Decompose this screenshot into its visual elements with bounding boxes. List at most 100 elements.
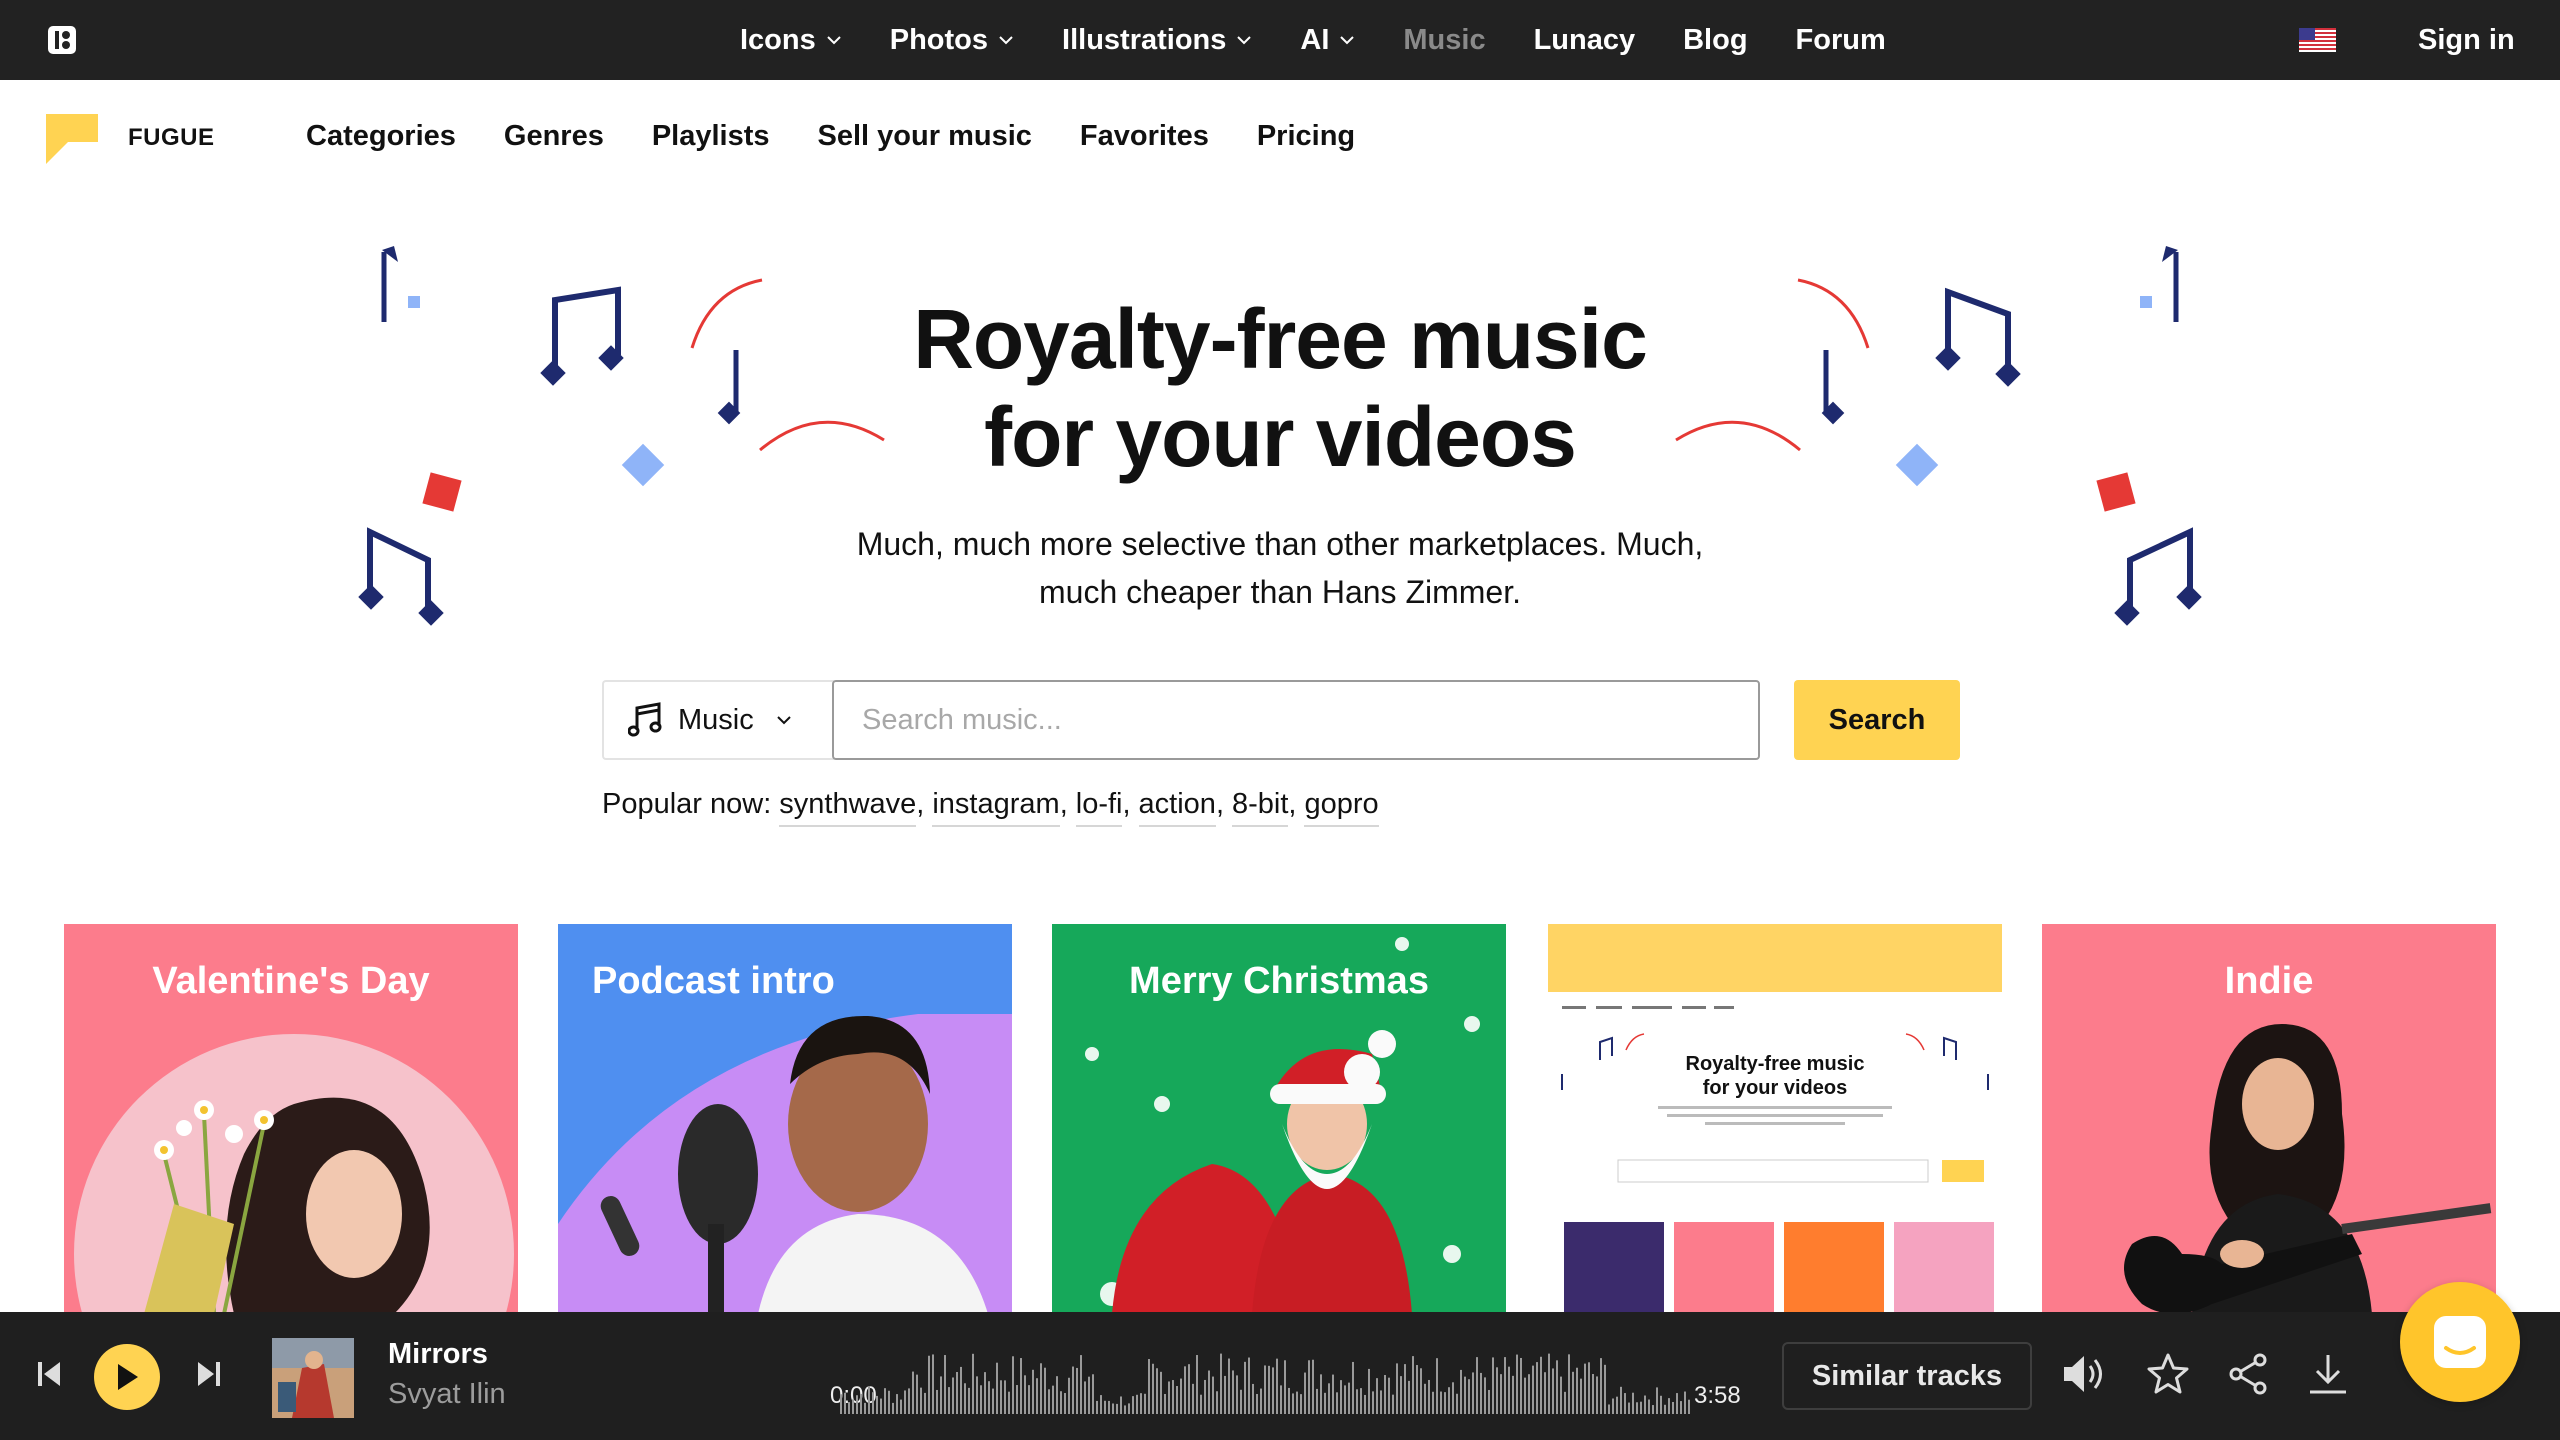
search-type-dropdown[interactable]: Music: [602, 680, 834, 760]
waveform-bar: [920, 1387, 922, 1414]
waveform-bar: [1620, 1386, 1622, 1414]
brand-name[interactable]: FUGUE: [128, 124, 215, 152]
waveform-bar: [1276, 1358, 1278, 1414]
nav-playlists[interactable]: Playlists: [652, 120, 770, 153]
top-nav-photos[interactable]: Photos: [890, 24, 1014, 57]
waveform-bar: [1392, 1394, 1394, 1414]
top-nav-label: Icons: [740, 23, 816, 56]
waveform-bar: [944, 1355, 946, 1414]
waveform-bar: [1548, 1353, 1550, 1414]
waveform-bar: [1228, 1358, 1230, 1414]
chevron-down-icon: [999, 36, 1013, 45]
sign-in-link[interactable]: Sign in: [2418, 0, 2515, 80]
nav-favorites[interactable]: Favorites: [1080, 120, 1209, 153]
playlist-card-site-preview[interactable]: Royalty-free music for your videos: [1548, 924, 2002, 1314]
icons8-logo-icon[interactable]: [46, 24, 78, 56]
waveform-bar: [1432, 1391, 1434, 1414]
playlist-card-indie[interactable]: Indie: [2042, 924, 2496, 1314]
waveform-bar: [1416, 1365, 1418, 1414]
waveform-bar: [1092, 1374, 1094, 1414]
track-title[interactable]: Mirrors: [388, 1338, 488, 1371]
top-nav: Icons Photos Illustrations AI Music Luna…: [740, 0, 1934, 80]
us-flag-icon[interactable]: [2299, 28, 2336, 52]
search-button[interactable]: Search: [1794, 680, 1960, 760]
card-title: Podcast intro: [592, 960, 835, 1002]
waveform-bar: [1088, 1376, 1090, 1414]
waveform-bar: [1476, 1357, 1478, 1414]
top-nav-forum[interactable]: Forum: [1796, 24, 1886, 57]
top-nav-label: Forum: [1795, 23, 1886, 56]
waveform-bar: [1448, 1387, 1450, 1414]
chevron-down-icon: [777, 716, 791, 725]
waveform-bar: [1612, 1398, 1614, 1414]
track-artist[interactable]: Svyat Ilin: [388, 1378, 506, 1411]
top-nav-ai[interactable]: AI: [1300, 24, 1355, 57]
playlist-card-podcast-intro[interactable]: Podcast intro: [558, 924, 1012, 1314]
secondary-nav: Categories Genres Playlists Sell your mu…: [306, 120, 1403, 153]
waveform-seekbar[interactable]: [838, 1332, 1690, 1414]
top-nav-label: Lunacy: [1533, 23, 1636, 56]
waveform-bar: [1452, 1382, 1454, 1414]
waveform-bar: [992, 1388, 994, 1414]
download-icon[interactable]: [2306, 1352, 2350, 1396]
waveform-bar: [1424, 1383, 1426, 1414]
popular-tag[interactable]: action: [1138, 788, 1216, 827]
waveform-bar: [1688, 1399, 1690, 1414]
waveform-bar: [1656, 1387, 1658, 1414]
waveform-bar: [904, 1390, 906, 1414]
waveform-bar: [916, 1374, 918, 1414]
waveform-bar: [1632, 1392, 1634, 1414]
waveform-bar: [1520, 1357, 1522, 1414]
waveform-bar: [872, 1392, 874, 1414]
waveform-bar: [1232, 1370, 1234, 1414]
search-input[interactable]: [832, 680, 1760, 760]
fugue-logo-icon[interactable]: [46, 114, 98, 164]
similar-tracks-button[interactable]: Similar tracks: [1782, 1342, 2032, 1410]
play-button[interactable]: [94, 1344, 160, 1410]
waveform-bar: [948, 1387, 950, 1414]
next-track-icon[interactable]: [196, 1360, 222, 1388]
waveform-bar: [1248, 1357, 1250, 1414]
waveform-bar: [1168, 1381, 1170, 1414]
top-nav-blog[interactable]: Blog: [1683, 24, 1747, 57]
popular-tag[interactable]: lo-fi: [1075, 788, 1123, 827]
waveform-bar: [1192, 1383, 1194, 1414]
waveform-bar: [1388, 1377, 1390, 1414]
popular-tag[interactable]: 8-bit: [1232, 788, 1289, 827]
waveform-bar: [1328, 1383, 1330, 1414]
time-total: 3:58: [1694, 1382, 1741, 1409]
popular-tag[interactable]: instagram: [932, 788, 1060, 827]
waveform-bar: [1624, 1393, 1626, 1414]
volume-icon[interactable]: [2060, 1352, 2108, 1396]
waveform-bar: [1380, 1390, 1382, 1414]
waveform-bar: [928, 1355, 930, 1414]
playlist-card-merry-christmas[interactable]: Merry Christmas: [1052, 924, 1506, 1314]
waveform-bar: [1504, 1357, 1506, 1414]
waveform-bar: [932, 1354, 934, 1414]
popular-tag[interactable]: synthwave: [779, 788, 917, 827]
waveform-bar: [1308, 1360, 1310, 1414]
waveform-bar: [1324, 1392, 1326, 1414]
waveform-bar: [1480, 1372, 1482, 1414]
waveform-bar: [1440, 1391, 1442, 1414]
playlist-card-valentines-day[interactable]: Valentine's Day: [64, 924, 518, 1314]
waveform-bar: [1464, 1376, 1466, 1414]
previous-track-icon[interactable]: [36, 1360, 62, 1388]
nav-pricing[interactable]: Pricing: [1257, 120, 1355, 153]
top-nav-lunacy[interactable]: Lunacy: [1534, 24, 1636, 57]
top-nav-illustrations[interactable]: Illustrations: [1062, 24, 1252, 57]
waveform-bar: [1280, 1385, 1282, 1414]
share-icon[interactable]: [2226, 1352, 2270, 1396]
nav-categories[interactable]: Categories: [306, 120, 456, 153]
popular-tag[interactable]: gopro: [1304, 788, 1379, 827]
star-icon[interactable]: [2146, 1352, 2190, 1396]
nav-genres[interactable]: Genres: [504, 120, 604, 153]
waveform-bar: [1268, 1365, 1270, 1414]
waveform-bar: [1020, 1358, 1022, 1414]
top-nav-icons[interactable]: Icons: [740, 24, 842, 57]
waveform-bar: [856, 1395, 858, 1414]
chat-button[interactable]: [2400, 1282, 2520, 1402]
nav-sell-your-music[interactable]: Sell your music: [818, 120, 1032, 153]
waveform-bar: [1616, 1396, 1618, 1414]
top-nav-music[interactable]: Music: [1403, 24, 1485, 57]
